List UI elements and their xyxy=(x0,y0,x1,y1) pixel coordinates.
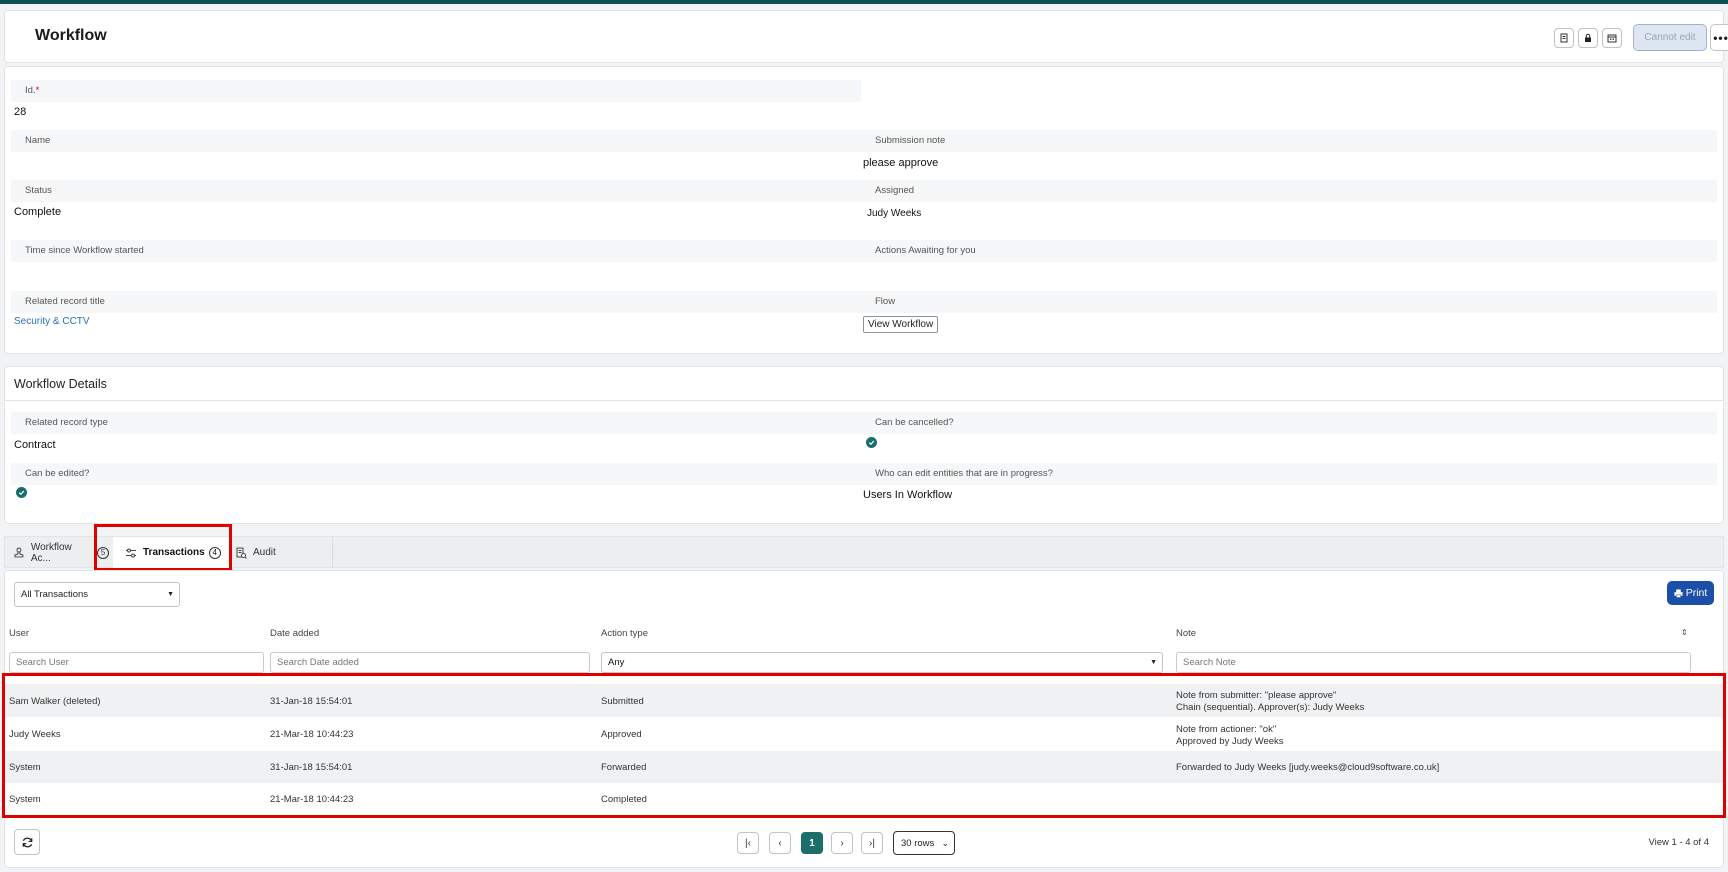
calendar-icon[interactable] xyxy=(1602,28,1622,48)
top-accent-bar xyxy=(0,0,1728,4)
lock-icon[interactable] xyxy=(1578,28,1598,48)
tab-badge: 5 xyxy=(97,546,109,559)
tab-transactions[interactable]: Transactions 4 xyxy=(113,537,231,568)
refresh-icon xyxy=(22,837,32,847)
page-number-button[interactable]: 1 xyxy=(801,832,823,854)
related-title-label: Related record title xyxy=(11,291,861,313)
rows-per-page-select[interactable]: 30 rows ⌄ xyxy=(893,831,955,855)
action-type-select[interactable]: Any ▼ xyxy=(601,652,1163,673)
table-row[interactable]: Judy Weeks 21-Mar-18 10:44:23 Approved N… xyxy=(5,717,1723,751)
related-record-link[interactable]: Security & CCTV xyxy=(14,316,90,327)
assigned-label: Assigned xyxy=(861,180,1717,202)
first-page-button[interactable]: |‹ xyxy=(737,832,759,854)
check-icon xyxy=(16,487,27,498)
can-edit-label: Can be edited? xyxy=(11,463,861,485)
related-type-value: Contract xyxy=(14,439,56,451)
audit-icon xyxy=(236,547,247,559)
required-marker: * xyxy=(35,85,40,96)
check-icon xyxy=(866,437,877,448)
table-row[interactable]: System 31-Jan-18 15:54:01 Forwarded Forw… xyxy=(5,751,1723,783)
tab-workflow-actions[interactable]: Workflow Ac... 5 xyxy=(13,537,109,568)
column-header-date[interactable]: Date added xyxy=(270,628,319,639)
column-header-action[interactable]: Action type xyxy=(601,628,648,639)
workflow-form-card: Id.* 28 Name Submission note please appr… xyxy=(4,66,1724,354)
refresh-button[interactable] xyxy=(14,829,40,855)
can-cancel-label: Can be cancelled? xyxy=(861,412,1717,434)
view-count: View 1 - 4 of 4 xyxy=(1648,837,1709,848)
view-workflow-button[interactable]: View Workflow xyxy=(863,316,939,333)
table-row[interactable]: System 21-Mar-18 10:44:23 Completed xyxy=(5,783,1723,813)
search-date-input[interactable] xyxy=(270,652,590,673)
print-button[interactable]: Print xyxy=(1667,581,1714,605)
flow-label: Flow xyxy=(861,291,1717,313)
search-user-input[interactable] xyxy=(9,652,264,673)
name-label: Name xyxy=(11,130,861,152)
table-row[interactable]: Sam Walker (deleted) 31-Jan-18 15:54:01 … xyxy=(5,684,1723,717)
caret-down-icon: ▼ xyxy=(1150,659,1157,666)
workflow-details-card: Workflow Details Related record type Con… xyxy=(4,366,1724,524)
header-card: Workflow Cannot edit ••• xyxy=(4,10,1728,63)
next-page-button[interactable]: › xyxy=(831,832,853,854)
last-page-button[interactable]: ›| xyxy=(861,832,883,854)
cannot-edit-button[interactable]: Cannot edit xyxy=(1633,24,1707,51)
prev-page-button[interactable]: ‹ xyxy=(769,832,791,854)
tab-bar: Workflow Ac... 5 Transactions 4 Audit xyxy=(4,536,1724,568)
chevron-down-icon: ⌄ xyxy=(941,837,949,848)
more-options-button[interactable]: ••• xyxy=(1710,24,1728,51)
transactions-card: All Transactions ▼ Print User Date added … xyxy=(4,570,1724,868)
tab-audit[interactable]: Audit xyxy=(233,537,333,568)
search-note-input[interactable] xyxy=(1176,652,1691,673)
transaction-filter-select[interactable]: All Transactions ▼ xyxy=(14,582,180,607)
tab-badge: 4 xyxy=(208,546,221,559)
printer-icon xyxy=(1674,588,1683,598)
time-since-label: Time since Workflow started xyxy=(11,240,861,262)
details-title: Workflow Details xyxy=(14,377,107,391)
who-can-edit-label: Who can edit entities that are in progre… xyxy=(861,463,1717,485)
caret-down-icon: ▼ xyxy=(167,591,174,598)
column-header-note[interactable]: Note xyxy=(1176,628,1196,639)
document-icon[interactable] xyxy=(1554,28,1574,48)
page-title: Workflow xyxy=(35,27,107,44)
who-can-edit-value: Users In Workflow xyxy=(863,489,953,501)
column-header-user[interactable]: User xyxy=(9,628,29,639)
submission-note-label: Submission note xyxy=(861,130,1717,152)
id-value: 28 xyxy=(14,106,27,118)
id-label: Id.* xyxy=(11,80,861,102)
submission-note-value: please approve xyxy=(863,157,939,169)
assigned-value: Judy Weeks xyxy=(867,208,922,219)
actions-awaiting-label: Actions Awaiting for you xyxy=(861,240,1717,262)
status-label: Status xyxy=(11,180,861,202)
sort-icon[interactable]: ⇕ xyxy=(1681,628,1688,637)
related-type-label: Related record type xyxy=(11,412,861,434)
divider xyxy=(5,400,1723,401)
status-value: Complete xyxy=(14,206,62,218)
sliders-icon xyxy=(126,548,136,557)
stamp-icon xyxy=(14,547,24,557)
